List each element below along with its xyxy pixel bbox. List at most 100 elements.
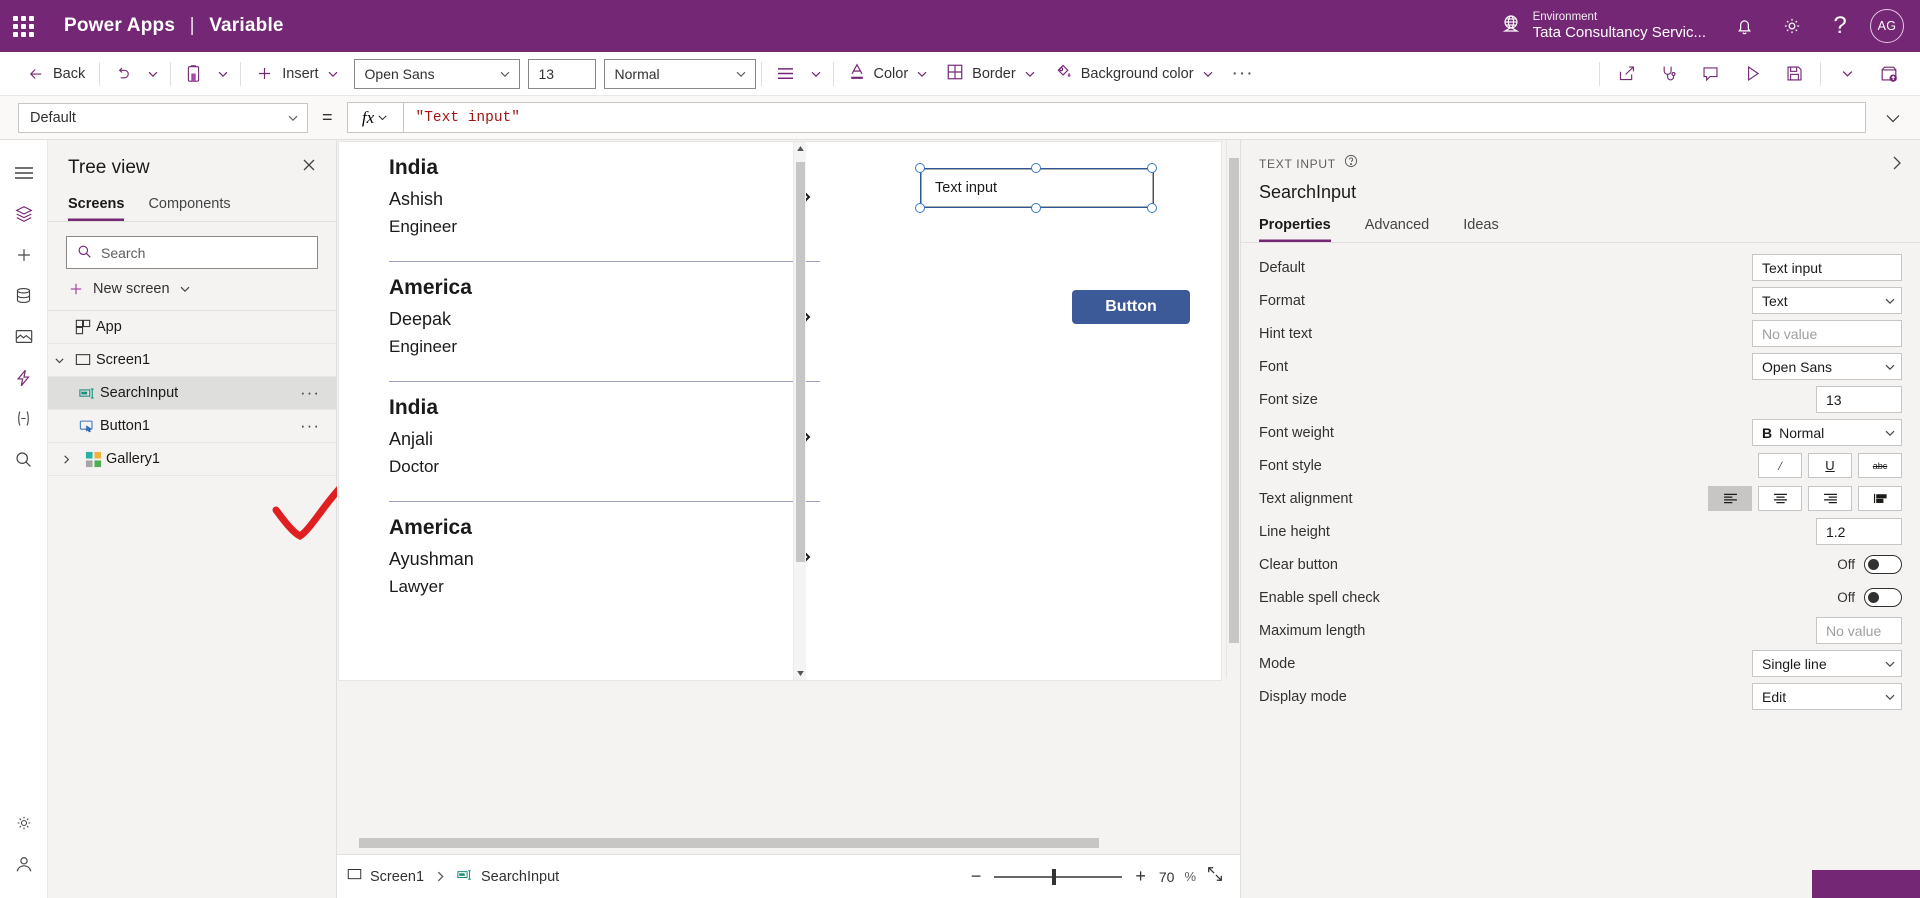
formula-input[interactable]: "Text input" (403, 102, 1866, 133)
align-button[interactable] (767, 58, 804, 90)
rail-media-icon[interactable] (0, 316, 48, 357)
font-weight-select[interactable]: Normal (604, 59, 756, 89)
gallery-scrollbar-thumb[interactable] (796, 162, 805, 562)
font-select[interactable]: Open Sans (1752, 353, 1902, 380)
align-center-icon[interactable] (1758, 486, 1802, 511)
maximum-length-field[interactable]: No value (1816, 617, 1902, 644)
default-field[interactable]: Text input (1752, 254, 1902, 281)
align-chevron-down-icon[interactable] (804, 58, 828, 90)
notification-bell-icon[interactable] (1720, 0, 1768, 52)
resize-handle-bottom-center[interactable] (1031, 203, 1041, 213)
back-button[interactable]: Back (18, 58, 94, 90)
resize-handle-bottom-left[interactable] (915, 203, 925, 213)
tab-ideas[interactable]: Ideas (1463, 217, 1498, 242)
font-size-field[interactable]: 13 (1816, 386, 1902, 413)
gallery-row[interactable]: India Anjali Doctor (365, 382, 820, 502)
help-question-icon[interactable]: ? (1816, 0, 1864, 52)
undo-button[interactable] (105, 58, 141, 90)
format-select[interactable]: Text (1752, 287, 1902, 314)
gallery-control[interactable]: India Ashish Engineer America Deepak Eng… (365, 142, 820, 680)
help-circle-icon[interactable] (1344, 154, 1358, 173)
chevron-down-icon[interactable] (48, 355, 70, 366)
rail-tree-view-icon[interactable] (0, 193, 48, 234)
rail-data-icon[interactable] (0, 275, 48, 316)
save-icon[interactable] (1773, 56, 1815, 92)
gallery-scrollbar[interactable] (793, 142, 806, 680)
preview-play-icon[interactable] (1731, 56, 1773, 92)
breadcrumb-screen[interactable]: Screen1 (337, 868, 434, 885)
font-name-select[interactable]: Open Sans (354, 59, 520, 89)
rail-power-automate-icon[interactable] (0, 357, 48, 398)
zoom-slider[interactable] (994, 876, 1122, 878)
hint-text-field[interactable]: No value (1752, 320, 1902, 347)
tree-item-more-button[interactable]: ··· (294, 416, 326, 436)
paste-chevron-down-icon[interactable] (211, 58, 235, 90)
comments-icon[interactable] (1689, 56, 1731, 92)
zoom-out-button[interactable]: − (968, 866, 985, 887)
fit-screen-icon[interactable] (1206, 865, 1224, 888)
tab-components[interactable]: Components (148, 191, 230, 221)
align-left-icon[interactable] (1708, 486, 1752, 511)
rail-variables-icon[interactable] (0, 398, 48, 439)
gallery-row[interactable]: America Ayushman Lawyer (365, 502, 820, 622)
settings-gear-icon[interactable] (1768, 0, 1816, 52)
zoom-in-button[interactable]: + (1132, 866, 1149, 887)
fx-button[interactable]: fx (347, 102, 403, 133)
breadcrumb-control[interactable]: SearchInput (447, 868, 569, 886)
mode-select[interactable]: Single line (1752, 650, 1902, 677)
chevron-down-icon[interactable] (1826, 56, 1868, 92)
rail-insert-icon[interactable] (0, 234, 48, 275)
tree-item-app[interactable]: App (48, 311, 336, 344)
gallery-row[interactable]: India Ashish Engineer (365, 142, 820, 262)
environment-picker[interactable]: Environment Tata Consultancy Servic... (1499, 11, 1720, 41)
zoom-slider-knob[interactable] (1052, 869, 1056, 885)
publish-icon[interactable] (1868, 56, 1910, 92)
canvas-hscroll-thumb[interactable] (359, 838, 1099, 848)
tree-item-button1[interactable]: Button1 ··· (48, 410, 336, 443)
insert-button[interactable]: Insert (246, 58, 347, 90)
align-right-icon[interactable] (1808, 486, 1852, 511)
rail-search-icon[interactable] (0, 439, 48, 480)
formula-expand-chevron-down-icon[interactable] (1866, 108, 1920, 128)
text-color-button[interactable]: Color (839, 58, 938, 90)
share-icon[interactable] (1605, 56, 1647, 92)
chevron-right-icon[interactable] (52, 454, 80, 465)
canvas-horizontal-scrollbar[interactable] (337, 836, 1226, 850)
close-icon[interactable] (298, 154, 320, 181)
app-checker-icon[interactable] (1647, 56, 1689, 92)
resize-handle-bottom-right[interactable] (1147, 203, 1157, 213)
toolbar-overflow-button[interactable]: ··· (1223, 58, 1263, 90)
canvas-button-control[interactable]: Button (1072, 290, 1190, 324)
clear-button-toggle[interactable] (1864, 555, 1902, 574)
border-button[interactable]: Border (937, 58, 1045, 90)
search-input[interactable]: Search (66, 236, 318, 269)
tree-item-more-button[interactable]: ··· (294, 383, 326, 403)
strikethrough-button[interactable]: abc (1858, 453, 1902, 478)
tab-advanced[interactable]: Advanced (1365, 217, 1430, 242)
italic-button[interactable]: / (1758, 453, 1802, 478)
property-select[interactable]: Default (18, 103, 308, 133)
tab-screens[interactable]: Screens (68, 191, 124, 221)
avatar[interactable]: AG (1870, 9, 1904, 43)
rail-settings-gear-icon[interactable] (0, 802, 48, 843)
app-canvas[interactable]: India Ashish Engineer America Deepak Eng… (338, 141, 1222, 681)
new-screen-button[interactable]: New screen (48, 269, 336, 311)
tree-item-searchinput[interactable]: SearchInput ··· (48, 377, 336, 410)
collapse-panel-chevron-right-icon[interactable] (1888, 154, 1906, 177)
resize-handle-top-center[interactable] (1031, 163, 1041, 173)
scroll-up-icon[interactable] (794, 142, 807, 155)
rail-menu-icon[interactable] (0, 152, 48, 193)
display-mode-select[interactable]: Edit (1752, 683, 1902, 710)
background-color-button[interactable]: Background color (1045, 58, 1223, 90)
paste-button[interactable] (176, 58, 211, 90)
font-weight-select[interactable]: B Normal (1752, 419, 1902, 446)
spell-check-toggle[interactable] (1864, 588, 1902, 607)
resize-handle-top-right[interactable] (1147, 163, 1157, 173)
undo-chevron-down-icon[interactable] (141, 58, 165, 90)
gallery-row[interactable]: America Deepak Engineer (365, 262, 820, 382)
line-height-field[interactable]: 1.2 (1816, 518, 1902, 545)
align-justify-icon[interactable] (1858, 486, 1902, 511)
resize-handle-top-left[interactable] (915, 163, 925, 173)
tree-item-screen1[interactable]: Screen1 (48, 344, 336, 377)
tab-properties[interactable]: Properties (1259, 217, 1331, 242)
